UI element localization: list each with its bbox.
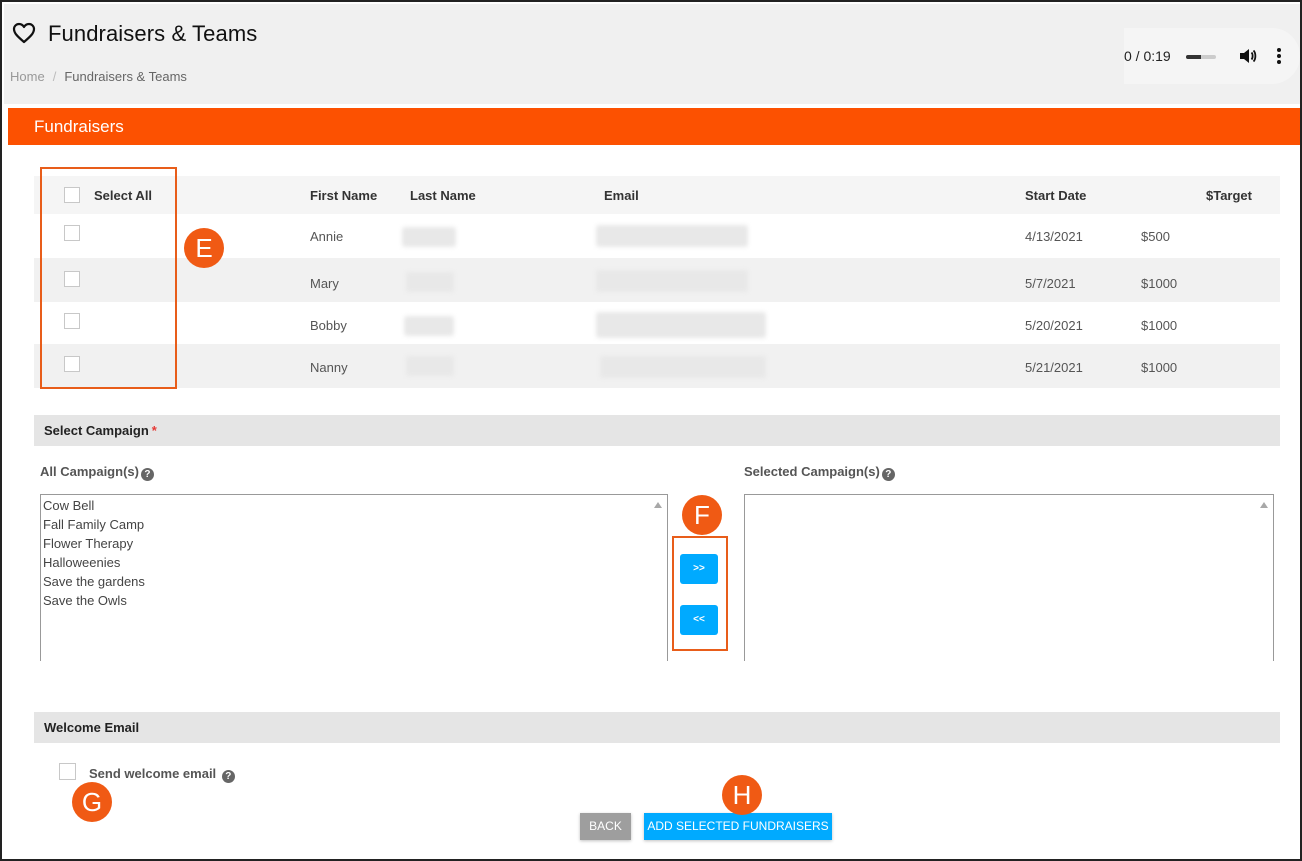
volume-icon[interactable] [1238, 46, 1258, 66]
page-title: Fundraisers & Teams [48, 21, 258, 46]
page-header: Fundraisers & Teams Home / Fundraisers & T… [4, 4, 1300, 104]
select-campaign-section: Select Campaign * [34, 415, 1280, 446]
campaign-option[interactable]: Flower Therapy [43, 536, 133, 551]
target-cell: $500 [1141, 229, 1170, 244]
email-redacted [596, 225, 748, 247]
welcome-email-field: Send welcome email ? [89, 766, 235, 783]
first-name-cell: Bobby [310, 318, 347, 333]
breadcrumb: Home / Fundraisers & Teams [10, 69, 187, 84]
last-name-redacted [406, 272, 454, 292]
email-redacted [596, 270, 748, 292]
start-date-cell: 5/7/2021 [1025, 276, 1076, 291]
scroll-up-arrow-icon[interactable] [654, 502, 662, 508]
welcome-email-checkbox[interactable] [59, 763, 76, 780]
campaign-option[interactable]: Save the Owls [43, 593, 127, 608]
target-cell: $1000 [1141, 276, 1178, 291]
column-start-date[interactable]: Start Date [1025, 188, 1086, 203]
selected-campaigns-label: Selected Campaign(s) [744, 464, 880, 479]
table-row[interactable]: Nanny 5/21/2021 $1000 [34, 344, 1280, 388]
marker-g: G [72, 782, 112, 822]
email-redacted [596, 312, 766, 338]
required-mark: * [151, 423, 157, 438]
audio-progress-bar[interactable] [1186, 55, 1216, 59]
campaign-option[interactable]: Save the gardens [43, 574, 145, 589]
more-vert-icon[interactable] [1276, 47, 1282, 65]
column-email[interactable]: Email [604, 188, 639, 203]
campaign-option[interactable]: Cow Bell [43, 498, 94, 513]
help-icon[interactable]: ? [881, 468, 895, 481]
move-left-button[interactable]: << [680, 605, 718, 635]
audio-player: 0 / 0:19 [1124, 28, 1300, 84]
marker-e: E [184, 228, 224, 268]
welcome-email-title: Welcome Email [44, 720, 140, 735]
audio-progress-fill [1186, 55, 1201, 59]
column-last-name[interactable]: Last Name [410, 188, 476, 203]
welcome-email-label: Send welcome email [89, 766, 217, 781]
select-campaign-title: Select Campaign * [44, 423, 157, 438]
audio-time: 0 / 0:19 [1124, 48, 1171, 64]
first-name-cell: Nanny [310, 360, 348, 375]
campaign-option[interactable]: Halloweenies [43, 555, 120, 570]
table-header: Select All First Name Last Name Email St… [34, 176, 1280, 214]
add-selected-fundraisers-button[interactable]: ADD SELECTED FUNDRAISERS [644, 813, 832, 840]
marker-h: H [722, 775, 762, 815]
target-cell: $1000 [1141, 360, 1178, 375]
start-date-cell: 5/20/2021 [1025, 318, 1083, 333]
marker-f: F [682, 495, 722, 535]
first-name-cell: Mary [310, 276, 339, 291]
start-date-cell: 5/21/2021 [1025, 360, 1083, 375]
scroll-up-arrow-icon[interactable] [1260, 502, 1268, 508]
move-right-button[interactable]: >> [680, 554, 718, 584]
selected-campaigns-field: Selected Campaign(s)? [744, 464, 895, 481]
banner-title: Fundraisers [34, 117, 124, 136]
page-frame: Fundraisers & Teams Home / Fundraisers & T… [0, 0, 1302, 861]
heart-icon [12, 22, 36, 44]
breadcrumb-home-link[interactable]: Home [10, 69, 45, 84]
back-button[interactable]: BACK [580, 813, 631, 840]
callout-e-box [40, 167, 177, 389]
selected-campaigns-listbox[interactable] [744, 494, 1274, 661]
breadcrumb-separator: / [52, 69, 57, 84]
select-campaign-label: Select Campaign [44, 423, 149, 438]
campaign-option[interactable]: Fall Family Camp [43, 517, 144, 532]
last-name-redacted [402, 227, 456, 247]
all-campaigns-label: All Campaign(s) [40, 464, 139, 479]
column-first-name[interactable]: First Name [310, 188, 377, 203]
target-cell: $1000 [1141, 318, 1178, 333]
last-name-redacted [406, 356, 454, 376]
column-target[interactable]: $Target [1206, 188, 1252, 203]
last-name-redacted [404, 316, 454, 336]
breadcrumb-current: Fundraisers & Teams [64, 69, 187, 84]
help-icon[interactable]: ? [221, 770, 235, 783]
email-redacted [600, 356, 766, 378]
first-name-cell: Annie [310, 229, 344, 244]
all-campaigns-listbox[interactable]: Cow Bell Fall Family Camp Flower Therapy… [40, 494, 668, 661]
fundraisers-banner: Fundraisers [8, 108, 1300, 145]
start-date-cell: 4/13/2021 [1025, 229, 1083, 244]
table-row[interactable]: Bobby 5/20/2021 $1000 [34, 302, 1280, 344]
welcome-email-section: Welcome Email [34, 712, 1280, 743]
help-icon[interactable]: ? [140, 468, 154, 481]
all-campaigns-field: All Campaign(s)? [40, 464, 154, 481]
table-row[interactable]: Mary 5/7/2021 $1000 [34, 258, 1280, 302]
